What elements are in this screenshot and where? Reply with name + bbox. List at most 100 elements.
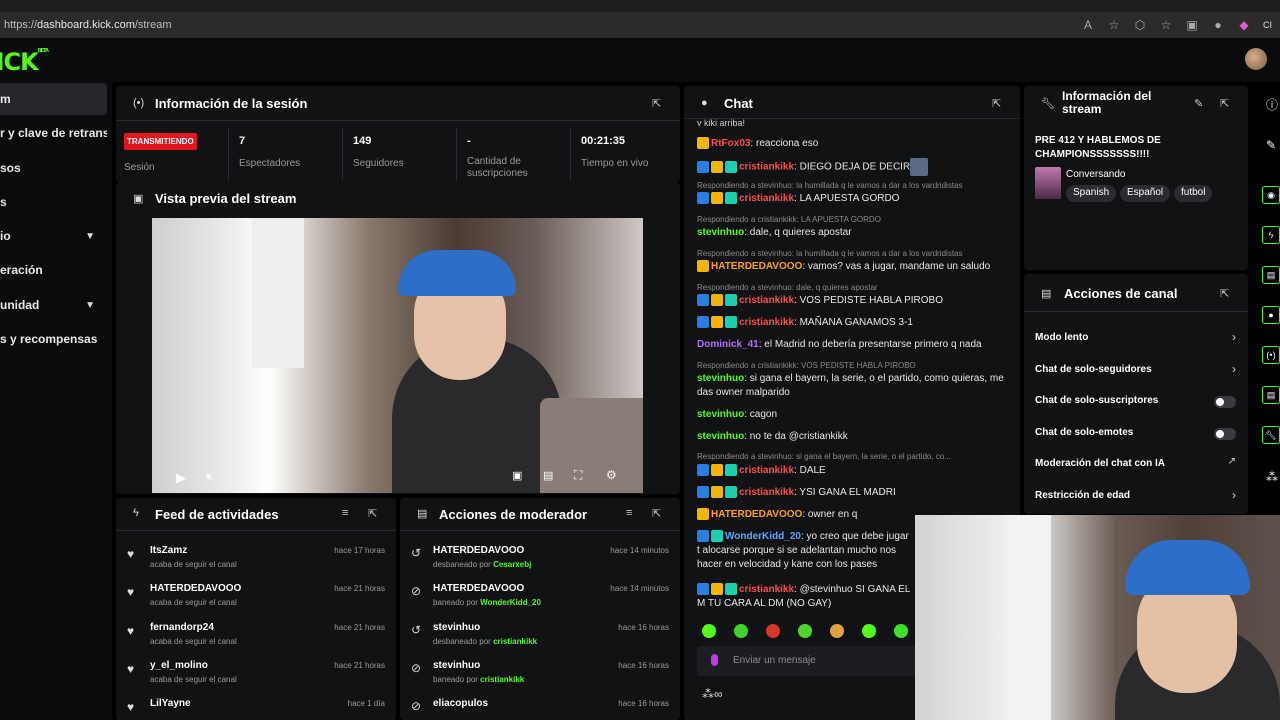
mod-action-time: hace 16 horas [618, 623, 669, 632]
lightning-rail-icon[interactable]: ϟ [1262, 226, 1280, 244]
emote-icon[interactable] [766, 624, 780, 638]
emote-icon[interactable] [798, 624, 812, 638]
chat-username[interactable]: HATERDEDAVOOO [711, 261, 802, 272]
browser-address-bar[interactable]: https://dashboard.kick.com/stream A ☆ ⬡ … [0, 12, 1280, 38]
feed-name[interactable]: fernandorp24 [150, 622, 214, 633]
mod-action-target[interactable]: stevinhuo [433, 622, 480, 633]
chat-username[interactable]: cristiankikk [739, 162, 794, 173]
sidebar-item-3[interactable]: sos [0, 152, 107, 184]
extensions-icon[interactable]: ⬡ [1133, 18, 1147, 32]
action-label: Moderación del chat con IA [1035, 458, 1166, 469]
popout-icon[interactable]: ⇱ [652, 507, 661, 520]
chat-message: stevinhuo: si gana el bayern, la serie, … [697, 372, 1007, 400]
sidebar-item-stream-key[interactable]: r y clave de retransmisión [0, 117, 107, 149]
feed-name[interactable]: y_el_molino [150, 660, 208, 671]
chat-username[interactable]: cristiankikk [739, 295, 794, 306]
mod-action-target[interactable]: HATERDEDAVOOO [433, 545, 524, 556]
emote-icon[interactable] [830, 624, 844, 638]
action-slow-mode[interactable]: Modo lento › [1035, 329, 1240, 349]
url-text[interactable]: https://dashboard.kick.com/stream [4, 19, 172, 31]
blue-badge-icon [697, 192, 709, 205]
favorites-icon[interactable]: ☆ [1159, 18, 1173, 32]
chat-username[interactable]: cristiankikk [739, 584, 794, 595]
sidebar-item-rewards[interactable]: s y recompensas [0, 323, 107, 355]
action-ai-moderation[interactable]: Moderación del chat con IA ↗ [1035, 455, 1240, 475]
chat-username[interactable]: stevinhuo [697, 227, 744, 238]
info-icon[interactable]: ⓘ [1266, 96, 1278, 113]
channel-actions-rail-icon[interactable]: ▤ [1262, 386, 1280, 404]
document-icon: ▤ [417, 508, 428, 520]
profile-initials[interactable]: CI [1263, 20, 1272, 30]
sidebar-item-home[interactable]: m [0, 83, 107, 115]
toggle-switch[interactable] [1214, 428, 1236, 440]
emote-icon[interactable] [894, 624, 908, 638]
mod-action-target[interactable]: stevinhuo [433, 660, 480, 671]
edit-pencil-icon[interactable]: ✎ [1266, 138, 1276, 152]
chat-username[interactable]: stevinhuo [697, 409, 744, 420]
copilot-icon[interactable]: ◆ [1237, 18, 1251, 32]
chat-username[interactable]: cristiankikk [739, 487, 794, 498]
profile-icon[interactable]: ● [1211, 18, 1225, 32]
emote-icon[interactable] [862, 624, 876, 638]
broadcast-rail-icon[interactable]: (•) [1262, 346, 1280, 364]
chat-username[interactable]: cristiankikk [739, 465, 794, 476]
theater-icon[interactable]: ▤ [543, 469, 553, 482]
pip-icon[interactable]: ▣ [512, 469, 522, 482]
camera-rail-icon[interactable]: ◉ [1262, 186, 1280, 204]
mod-action-target[interactable]: HATERDEDAVOOO [433, 583, 524, 594]
toggle-switch[interactable] [1214, 396, 1236, 408]
action-age-restriction[interactable]: Restricción de edad › [1035, 487, 1240, 507]
mod-action-item: ⊘ eliacopulos hace 16 horas [400, 695, 680, 717]
document-rail-icon[interactable]: ▤ [1262, 266, 1280, 284]
chat-username[interactable]: stevinhuo [697, 373, 744, 384]
emote-icon[interactable] [702, 624, 716, 638]
chat-username[interactable]: cristiankikk [739, 193, 794, 204]
chat-username[interactable]: HATERDEDAVOOO [711, 509, 802, 520]
mute-icon[interactable]: 🔇︎ [206, 469, 214, 484]
more-icon[interactable]: ⁂ [1266, 470, 1278, 484]
star-icon[interactable]: ☆ [1107, 18, 1121, 32]
feed-name[interactable]: ItsZamz [150, 545, 187, 556]
filter-icon[interactable]: ≡ [626, 507, 632, 519]
chat-settings-icon[interactable]: ⁂∞ [702, 687, 723, 701]
popout-icon[interactable]: ⇱ [368, 507, 377, 520]
popout-icon[interactable]: ⇱ [1220, 97, 1229, 110]
fullscreen-icon[interactable]: ⛶ [574, 468, 582, 483]
action-subscribers-only[interactable]: Chat de solo-suscriptores [1035, 392, 1240, 412]
feed-time: hace 21 horas [334, 623, 385, 632]
chat-input[interactable]: Enviar un mensaje [697, 646, 917, 676]
video-player[interactable]: ▶ 🔇︎ ▣ ▤ ⛶ ⚙ [152, 218, 643, 493]
mod-action-item: ⊘ stevinhuo baneado por cristiankikk hace 1… [400, 657, 680, 695]
chat-username[interactable]: Dominick_41 [697, 339, 759, 350]
sidebar-item-moderation[interactable]: eración [0, 254, 107, 286]
action-emotes-only[interactable]: Chat de solo-emotes [1035, 424, 1240, 444]
kick-logo[interactable]: KICKBETA [0, 48, 70, 76]
popout-icon[interactable]: ⇱ [1220, 287, 1229, 300]
emote-icon[interactable] [734, 624, 748, 638]
read-aloud-icon[interactable]: A [1081, 18, 1095, 32]
sidebar-item-community[interactable]: unidad ▼ [0, 289, 107, 321]
sidebar-item-5[interactable]: io ▼ [0, 220, 107, 252]
mic-icon[interactable] [711, 654, 718, 666]
category-name[interactable]: Conversando [1066, 169, 1125, 180]
chat-username[interactable]: stevinhuo [697, 431, 744, 442]
chat-username[interactable]: cristiankikk [739, 317, 794, 328]
settings-gear-icon[interactable]: ⚙ [606, 468, 617, 482]
chat-username[interactable]: WonderKidd_20 [725, 531, 801, 542]
feed-name[interactable]: HATERDEDAVOOO [150, 583, 241, 594]
play-icon[interactable]: ▶ [176, 470, 186, 486]
mod-action-desc: baneado por cristiankikk [433, 675, 525, 684]
feed-name[interactable]: LilYayne [150, 698, 191, 709]
collections-icon[interactable]: ▣ [1185, 18, 1199, 32]
chat-username[interactable]: RtFox03 [711, 138, 750, 149]
sidebar-item-4[interactable]: s [0, 186, 107, 218]
filter-icon[interactable]: ≡ [342, 507, 348, 519]
mod-action-target[interactable]: eliacopulos [433, 698, 488, 709]
chat-rail-icon[interactable]: ● [1262, 306, 1280, 324]
wrench-rail-icon[interactable]: 🔧︎ [1262, 426, 1280, 444]
action-followers-only[interactable]: Chat de solo-seguidores › [1035, 361, 1240, 381]
popout-icon[interactable]: ⇱ [992, 97, 1001, 110]
user-avatar[interactable] [1245, 48, 1267, 70]
edit-pencil-icon[interactable]: ✎ [1194, 97, 1203, 110]
popout-icon[interactable]: ⇱ [652, 97, 661, 110]
